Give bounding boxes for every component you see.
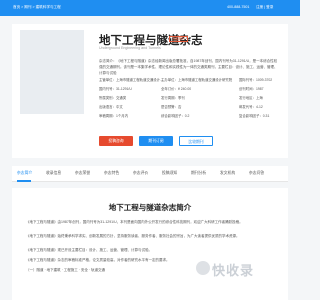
journal-tabs: 杂志简介 收录信息 杂志荣誉 杂志特色 杂志评价 投稿须知 期刊分析 发文机构 … <box>12 166 288 182</box>
subscribe-button[interactable]: 期刊订阅 <box>139 136 173 146</box>
info-item: 主管单位：上海市隧道工程轨道交通设计... <box>99 78 163 82</box>
tab-indexing[interactable]: 收录信息 <box>46 171 61 176</box>
compare-button[interactable]: 比较期刊 <box>179 136 213 146</box>
intro-paragraph: 《地下工程与隧道》现已开设主要栏目：设计、施工、运营、管理、计算与试验。 <box>26 248 152 252</box>
tab-honors[interactable]: 杂志荣誉 <box>75 171 90 176</box>
watermark-logo-icon <box>196 261 210 275</box>
tab-qa[interactable]: 杂志问答 <box>249 171 264 176</box>
info-item: 创刊时间：1987 <box>239 87 264 91</box>
active-tab-indicator <box>17 180 31 182</box>
journal-intro: 杂志简介：《地下工程与隧道》杂志经新闻出版总署批准，自1987年创刊，国内刊号为… <box>99 59 278 75</box>
tab-guidelines[interactable]: 投稿须知 <box>162 171 177 176</box>
section-heading: 地下工程与隧道杂志简介 <box>108 203 192 212</box>
site-watermark: 快收录 <box>196 258 276 288</box>
submit-consult-button[interactable]: 投稿咨询 <box>99 136 133 146</box>
hotline-number: 400-888-7501 <box>227 5 250 9</box>
info-item: 全年订价：¥ 240.00 <box>161 87 192 91</box>
journal-english-title: Underground Engineering and Tunnels <box>99 46 161 50</box>
info-item: 主办单位：上海市隧道工程轨道交通设计研究院 <box>161 78 233 82</box>
top-bar: 首页 > 期刊 > 建筑科学与工程 400-888-7501 注册 | 登录 <box>0 0 300 16</box>
info-item: 审稿周期：1个月内 <box>99 114 129 118</box>
intro-paragraph: 《地下工程与隧道》由1987年创刊，国内刊号为31-1291/U，本刊是面向国内… <box>26 220 243 224</box>
tab-features[interactable]: 杂志特色 <box>104 171 119 176</box>
info-item: 国内刊号：31-1291/U <box>99 87 132 91</box>
tab-analysis[interactable]: 期刊分析 <box>191 171 206 176</box>
info-item: 综合影响因子：0.2 <box>161 114 190 118</box>
intro-paragraph: 《地下工程与隧道》始终秉承科学求实、创新发展的方针，坚持服务读者、服务作者、服务… <box>26 234 240 238</box>
info-item: 发行周期：季刊 <box>161 96 185 100</box>
info-item: 复合影响因子：0.31 <box>239 114 270 118</box>
info-item: 国际刊号：1009-3702 <box>239 78 273 82</box>
info-item: 出版语言：中文 <box>99 105 123 109</box>
journal-info-card: 地下工程与隧道杂志 省级期刊 Underground Engineering a… <box>12 24 288 158</box>
breadcrumb[interactable]: 首页 > 期刊 > 建筑科学与工程 <box>13 5 61 10</box>
tab-institutions[interactable]: 发文机构 <box>220 171 235 176</box>
tab-reviews[interactable]: 杂志评价 <box>133 171 148 176</box>
login-register-link[interactable]: 注册 | 登录 <box>256 5 273 10</box>
watermark-text: 快收录 <box>212 263 255 278</box>
info-item: 邮发代号：4-12 <box>239 105 263 109</box>
info-item: 所属类别：交通类 <box>99 96 127 100</box>
journal-level-badge: 省级期刊 <box>169 36 188 42</box>
journal-cover-image <box>20 30 84 114</box>
info-item: 发行地区：上海 <box>239 96 263 100</box>
info-item: 是否预警：否 <box>161 105 182 109</box>
tab-intro[interactable]: 杂志简介 <box>17 171 32 176</box>
